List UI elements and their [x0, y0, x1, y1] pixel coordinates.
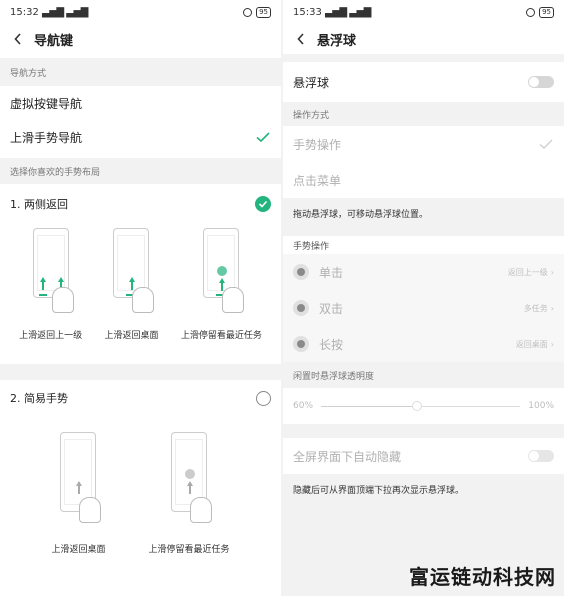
opacity-min-label: 60% — [293, 401, 314, 411]
page-title: 导航键 — [34, 33, 74, 49]
watermark: 富运链动科技网 — [409, 565, 556, 589]
left-screen: 15:32 ▃▅▇ ▃▅▇ 95 导航键 导航方式 虚拟按键导航 上滑手势导航 … — [0, 0, 281, 596]
gesture-row-tap[interactable]: 单击 返回上一级 › — [283, 254, 564, 290]
chevron-right-icon: › — [550, 339, 554, 349]
illustration-caption: 上滑停留看最近任务 — [148, 545, 230, 555]
opacity-slider-thumb[interactable] — [411, 400, 422, 411]
layout-illustrations-1: 上滑返回上一级 上滑返回桌面 上滑停留看最近任务 — [0, 224, 281, 364]
alarm-icon — [526, 7, 536, 17]
status-time: 15:32 ▃▅▇ ▃▅▇ — [10, 6, 88, 18]
chevron-right-icon: › — [550, 267, 554, 277]
illustration-recents: 上滑停留看最近任务 — [181, 228, 262, 364]
gesture-value: 返回桌面 — [515, 339, 548, 349]
opacity-max-label: 100% — [528, 401, 554, 411]
page-header: 悬浮球 — [283, 24, 564, 54]
auto-hide-row[interactable]: 全屏界面下自动隐藏 — [283, 438, 564, 474]
radio-empty-icon[interactable] — [256, 390, 271, 406]
right-screen: 15:33 ▃▅▇ ▃▅▇ 95 悬浮球 悬浮球 操作方式 手势操作 点击菜单 … — [283, 0, 564, 596]
nav-option-virtual[interactable]: 虚拟按键导航 — [0, 86, 281, 120]
auto-hide-label: 全屏界面下自动隐藏 — [293, 449, 402, 464]
checkmark-icon — [256, 132, 270, 143]
op-mode-label: 手势操作 — [293, 137, 342, 152]
nav-option-label: 虚拟按键导航 — [10, 96, 83, 111]
illustration-home: 上滑返回桌面 — [104, 228, 159, 364]
gesture-label: 双击 — [319, 301, 344, 316]
layout-section-label: 选择你喜欢的手势布局 — [0, 158, 281, 184]
battery-icon: 95 — [256, 6, 271, 18]
gesture-label: 长按 — [319, 337, 344, 352]
gesture-dot-icon — [293, 264, 309, 280]
alarm-icon — [243, 7, 253, 17]
page-title: 悬浮球 — [317, 33, 357, 49]
chevron-right-icon: › — [550, 303, 554, 313]
status-time: 15:33 ▃▅▇ ▃▅▇ — [293, 6, 371, 18]
illustration-caption: 上滑返回桌面 — [104, 331, 159, 341]
op-mode-section-label: 操作方式 — [283, 102, 564, 126]
gesture-value: 多任务 — [523, 303, 548, 313]
gesture-value: 返回上一级 — [507, 267, 548, 277]
gesture-label: 单击 — [319, 265, 344, 280]
gesture-section-label: 手势操作 — [283, 236, 564, 254]
phone-illustration — [32, 228, 74, 313]
illustration-back: 上滑返回上一级 — [19, 228, 82, 364]
checkmark-icon — [539, 139, 553, 149]
illustration-caption: 上滑返回上一级 — [19, 331, 83, 341]
layout-option-simple[interactable]: 2. 简易手势 — [0, 380, 281, 416]
phone-illustration — [203, 228, 245, 313]
drag-hint: 拖动悬浮球，可移动悬浮球位置。 — [283, 198, 564, 228]
page-header: 导航键 — [0, 24, 281, 54]
status-bar: 15:33 ▃▅▇ ▃▅▇ 95 — [283, 0, 564, 24]
back-chevron-icon[interactable] — [10, 31, 26, 47]
opacity-slider-track[interactable] — [321, 400, 521, 411]
op-mode-label: 点击菜单 — [293, 173, 342, 188]
op-mode-menu[interactable]: 点击菜单 — [283, 162, 564, 198]
status-bar: 15:32 ▃▅▇ ▃▅▇ 95 — [0, 0, 281, 24]
phone-illustration — [170, 432, 212, 523]
check-circle-icon[interactable] — [255, 196, 271, 212]
illustration-caption: 上滑停留看最近任务 — [180, 331, 262, 341]
illustration-recents-simple: 上滑停留看最近任务 — [148, 432, 230, 566]
float-ball-label: 悬浮球 — [293, 75, 330, 90]
signal-icon: ▃▅▇ ▃▅▇ — [325, 6, 371, 18]
nav-mode-section-label: 导航方式 — [0, 58, 281, 86]
auto-hide-toggle[interactable] — [528, 450, 554, 462]
signal-icon: ▃▅▇ ▃▅▇ — [42, 6, 88, 18]
layout-illustrations-2: 上滑返回桌面 上滑停留看最近任务 — [0, 416, 281, 566]
opacity-slider[interactable]: 60% 100% — [283, 388, 564, 424]
back-chevron-icon[interactable] — [293, 31, 309, 47]
phone-illustration — [113, 228, 155, 313]
gesture-dot-icon — [293, 336, 309, 352]
layout-option-label: 1. 两侧返回 — [10, 198, 68, 211]
auto-hide-hint: 隐藏后可从界面顶端下拉再次显示悬浮球。 — [283, 474, 564, 504]
layout-option-label: 2. 简易手势 — [10, 392, 68, 405]
gesture-row-long-press[interactable]: 长按 返回桌面 › — [283, 326, 564, 362]
float-ball-row[interactable]: 悬浮球 — [283, 62, 564, 102]
op-mode-gesture[interactable]: 手势操作 — [283, 126, 564, 162]
nav-option-gesture[interactable]: 上滑手势导航 — [0, 120, 281, 154]
opacity-section-label: 闲置时悬浮球透明度 — [283, 362, 564, 388]
float-ball-toggle[interactable] — [528, 76, 554, 88]
layout-option-both-sides[interactable]: 1. 两侧返回 — [0, 184, 281, 224]
illustration-caption: 上滑返回桌面 — [51, 545, 106, 555]
phone-illustration — [60, 432, 102, 523]
gesture-dot-icon — [293, 300, 309, 316]
battery-icon: 95 — [539, 6, 554, 18]
illustration-home-simple: 上滑返回桌面 — [51, 432, 106, 566]
nav-option-label: 上滑手势导航 — [10, 130, 83, 145]
gesture-row-double-tap[interactable]: 双击 多任务 › — [283, 290, 564, 326]
